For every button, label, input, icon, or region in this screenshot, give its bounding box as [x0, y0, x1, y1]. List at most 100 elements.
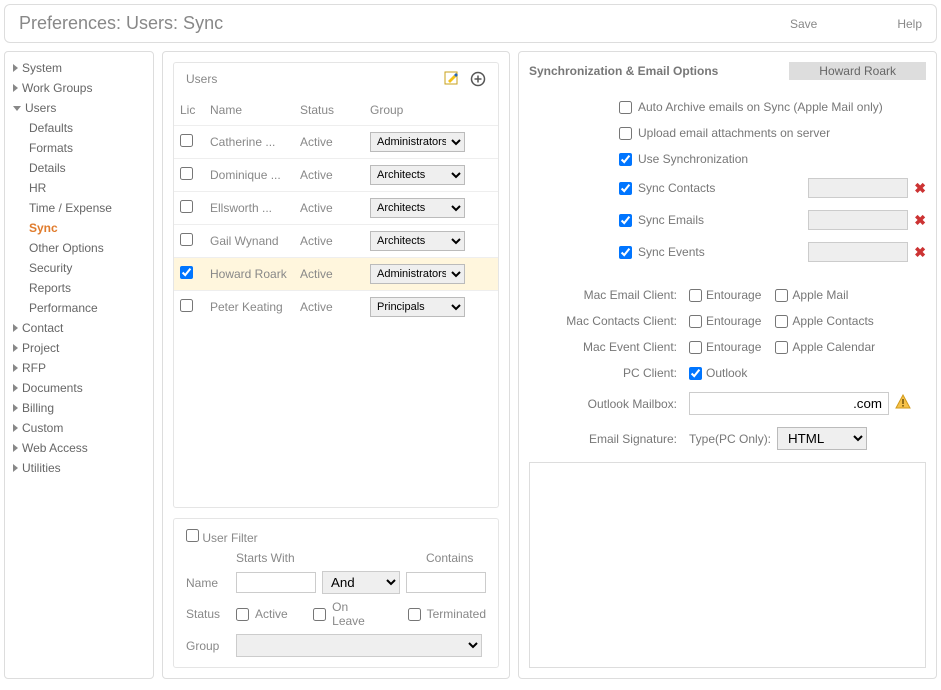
filter-title: User Filter: [202, 531, 257, 545]
edit-icon[interactable]: [444, 71, 460, 87]
add-icon[interactable]: [470, 71, 486, 87]
main: Users Lic Name Status: [162, 51, 937, 679]
sidebar-item-users[interactable]: Users: [5, 98, 153, 118]
filter-enable-checkbox[interactable]: [186, 529, 199, 542]
table-row[interactable]: Peter KeatingActiveAdministratorsArchite…: [174, 291, 498, 324]
lic-checkbox[interactable]: [180, 266, 193, 279]
filter-group-select[interactable]: [236, 634, 482, 657]
sync_events-label: Sync Events: [638, 245, 705, 259]
sidebar-item-custom[interactable]: Custom: [5, 418, 153, 438]
use_sync-checkbox[interactable]: [619, 153, 632, 166]
lic-checkbox[interactable]: [180, 134, 193, 147]
sidebar-sub-sync[interactable]: Sync: [5, 218, 153, 238]
sync_emails-label: Sync Emails: [638, 213, 704, 227]
group-select[interactable]: AdministratorsArchitectsPrincipals: [370, 264, 465, 284]
sidebar-sub-formats[interactable]: Formats: [5, 138, 153, 158]
use_sync-label: Use Synchronization: [638, 152, 748, 166]
sync_contacts-checkbox[interactable]: [619, 182, 632, 195]
upload_attach-checkbox[interactable]: [619, 127, 632, 140]
group-select[interactable]: AdministratorsArchitectsPrincipals: [370, 198, 465, 218]
client-row-mac-event: Mac Event Client:EntourageApple Calendar: [529, 334, 926, 360]
lic-checkbox[interactable]: [180, 200, 193, 213]
filter-startswith-input[interactable]: [236, 572, 316, 593]
sidebar-sub-time-expense[interactable]: Time / Expense: [5, 198, 153, 218]
sync-user-chip: Howard Roark: [789, 62, 926, 80]
sidebar-sub-hr[interactable]: HR: [5, 178, 153, 198]
sync_contacts-field[interactable]: [808, 178, 908, 198]
filter-onleave-checkbox[interactable]: [313, 608, 326, 621]
sidebar: SystemWork GroupsUsersDefaultsFormatsDet…: [4, 51, 154, 679]
col-name: Name: [204, 95, 294, 126]
sync-panel: Synchronization & Email Options Howard R…: [518, 51, 937, 679]
sidebar-item-project[interactable]: Project: [5, 338, 153, 358]
mac_event-apple-calendar-checkbox[interactable]: [775, 341, 788, 354]
upload_attach-label: Upload email attachments on server: [638, 126, 830, 140]
lic-checkbox[interactable]: [180, 167, 193, 180]
filter-startswith-label: Starts With: [236, 551, 324, 565]
sync_events-checkbox[interactable]: [619, 246, 632, 259]
sync-opt-sync-events: Sync Events ✖: [529, 236, 926, 268]
table-row[interactable]: Gail WynandActiveAdministratorsArchitect…: [174, 225, 498, 258]
auto_archive-checkbox[interactable]: [619, 101, 632, 114]
content: SystemWork GroupsUsersDefaultsFormatsDet…: [0, 47, 941, 683]
sidebar-sub-details[interactable]: Details: [5, 158, 153, 178]
filter-active-checkbox[interactable]: [236, 608, 249, 621]
delete-icon[interactable]: ✖: [914, 212, 926, 229]
sync-opt-sync-contacts: Sync Contacts✖: [529, 172, 926, 204]
delete-icon[interactable]: ✖: [914, 180, 926, 197]
users-title: Users: [186, 72, 217, 86]
group-select[interactable]: AdministratorsArchitectsPrincipals: [370, 165, 465, 185]
sync_emails-field[interactable]: [808, 210, 908, 230]
user-name: Gail Wynand: [204, 225, 294, 258]
table-row[interactable]: Howard RoarkActiveAdministratorsArchitec…: [174, 258, 498, 291]
filter-and-select[interactable]: And: [322, 571, 400, 594]
mac_email-entourage-checkbox[interactable]: [689, 289, 702, 302]
sidebar-sub-reports[interactable]: Reports: [5, 278, 153, 298]
sidebar-item-web-access[interactable]: Web Access: [5, 438, 153, 458]
group-select[interactable]: AdministratorsArchitectsPrincipals: [370, 132, 465, 152]
sidebar-sub-other-options[interactable]: Other Options: [5, 238, 153, 258]
lic-checkbox[interactable]: [180, 233, 193, 246]
user-status: Active: [294, 159, 364, 192]
mac_email-apple-mail-checkbox[interactable]: [775, 289, 788, 302]
sidebar-item-billing[interactable]: Billing: [5, 398, 153, 418]
mac_contacts-entourage-checkbox[interactable]: [689, 315, 702, 328]
sidebar-item-documents[interactable]: Documents: [5, 378, 153, 398]
sync-title: Synchronization & Email Options: [529, 64, 789, 78]
signature-box[interactable]: [529, 462, 926, 668]
sidebar-sub-security[interactable]: Security: [5, 258, 153, 278]
sidebar-item-rfp[interactable]: RFP: [5, 358, 153, 378]
table-row[interactable]: Dominique ...ActiveAdministratorsArchite…: [174, 159, 498, 192]
help-button[interactable]: Help: [897, 17, 922, 31]
user-name: Catherine ...: [204, 126, 294, 159]
client-row-mac-contacts: Mac Contacts Client:EntourageApple Conta…: [529, 308, 926, 334]
sidebar-item-system[interactable]: System: [5, 58, 153, 78]
user-status: Active: [294, 192, 364, 225]
group-select[interactable]: AdministratorsArchitectsPrincipals: [370, 297, 465, 317]
mac_contacts-label: Mac Contacts Client:: [529, 314, 689, 328]
mac_event-entourage-checkbox[interactable]: [689, 341, 702, 354]
sidebar-sub-defaults[interactable]: Defaults: [5, 118, 153, 138]
mailbox-input[interactable]: [689, 392, 889, 415]
signature-type-select[interactable]: HTML: [777, 427, 867, 450]
filter-contains-input[interactable]: [406, 572, 486, 593]
save-button[interactable]: Save: [790, 17, 817, 31]
sync_emails-checkbox[interactable]: [619, 214, 632, 227]
delete-icon[interactable]: ✖: [914, 244, 926, 261]
users-panel: Users Lic Name Status: [162, 51, 510, 679]
sidebar-item-contact[interactable]: Contact: [5, 318, 153, 338]
mac_contacts-apple-contacts-checkbox[interactable]: [775, 315, 788, 328]
lic-checkbox[interactable]: [180, 299, 193, 312]
filter-terminated-checkbox[interactable]: [408, 608, 421, 621]
sync_events-field[interactable]: [808, 242, 908, 262]
user-status: Active: [294, 291, 364, 324]
table-row[interactable]: Catherine ...ActiveAdministratorsArchite…: [174, 126, 498, 159]
sidebar-item-work-groups[interactable]: Work Groups: [5, 78, 153, 98]
table-row[interactable]: Ellsworth ...ActiveAdministratorsArchite…: [174, 192, 498, 225]
group-select[interactable]: AdministratorsArchitectsPrincipals: [370, 231, 465, 251]
pc_client-outlook-checkbox[interactable]: [689, 367, 702, 380]
sidebar-item-utilities[interactable]: Utilities: [5, 458, 153, 478]
signature-label: Email Signature:: [529, 432, 689, 446]
sidebar-sub-performance[interactable]: Performance: [5, 298, 153, 318]
mac_email-label: Mac Email Client:: [529, 288, 689, 302]
